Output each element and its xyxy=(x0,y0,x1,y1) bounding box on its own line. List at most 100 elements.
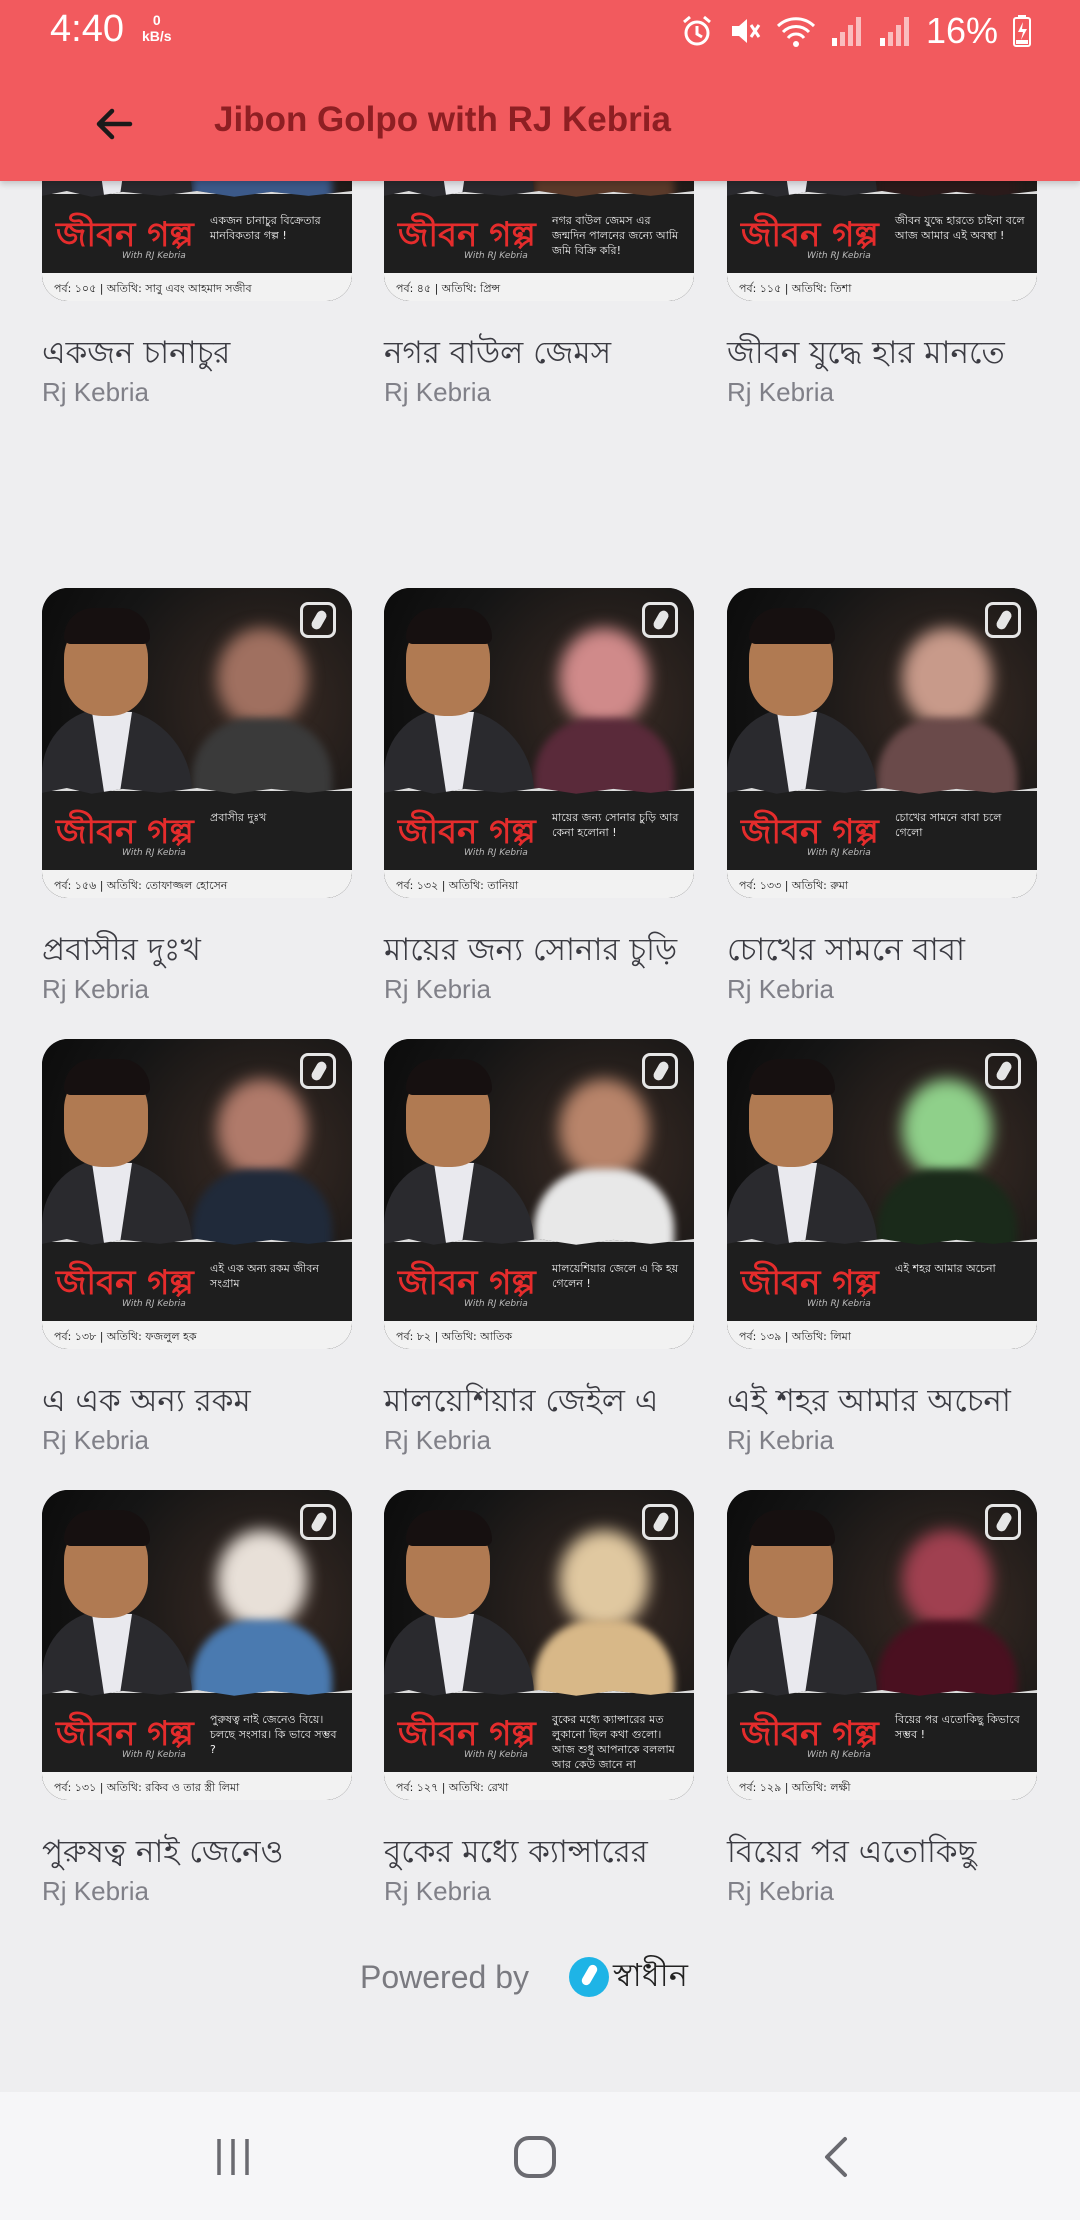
episode-author: Rj Kebria xyxy=(42,377,149,407)
episode-title[interactable]: বিয়ের পর এতোকিছু xyxy=(727,1828,1067,1880)
episode-author: Rj Kebria xyxy=(384,974,491,1004)
alarm-icon xyxy=(682,15,711,46)
episode-author: Rj Kebria xyxy=(727,974,834,1004)
episode-author: Rj Kebria xyxy=(727,1425,834,1455)
guest-photo xyxy=(902,628,992,728)
podcast-badge-icon xyxy=(985,602,1021,638)
net-speed-value: 0 xyxy=(152,12,161,28)
podcast-badge-icon xyxy=(642,602,678,638)
episode-title[interactable]: চোখের সামনে বাবা xyxy=(727,926,1067,978)
podcast-badge-icon xyxy=(985,1053,1021,1089)
guest-photo xyxy=(217,1079,307,1179)
episode-caption: একজন চানাচুর বিক্রেতার মানবিকতার গল্প ! xyxy=(210,214,321,242)
brand-name: স্বাধীন xyxy=(612,1956,688,1994)
episode-caption: বিয়ের পর এতোকিছু কিভাবে সম্ভব ! xyxy=(895,1713,1020,1741)
podcast-badge-icon xyxy=(642,1504,678,1540)
guest-photo xyxy=(217,1530,307,1630)
episode-caption: প্রবাসীর দুঃখ xyxy=(210,811,267,824)
episode-title[interactable]: এই শহর আমার অচেনা xyxy=(727,1377,1067,1429)
episode-thumbnail[interactable]: জীবন গল্প With RJ Kebria এই শহর আমার অচে… xyxy=(727,1039,1037,1349)
show-logo-sub: With RJ Kebria xyxy=(464,1299,528,1309)
episode-caption: এই এক অন্য রকম জীবন সংগ্রাম xyxy=(210,1262,319,1290)
episode-title[interactable]: প্রবাসীর দুঃখ xyxy=(42,926,382,978)
mute-icon xyxy=(731,19,761,43)
net-speed-unit: kB/s xyxy=(142,28,172,44)
recent-apps-icon xyxy=(217,2139,249,2175)
episode-caption: জীবন যুদ্ধে হারতে চাইনা বলে আজ আমার এই অ… xyxy=(895,214,1025,242)
app-header: 4:40 0 kB/s 16% Jibon Golpo with RJ Kebr… xyxy=(0,0,1080,181)
episode-footer: পর্ব: ১২৭ | অতিথি: রেখা xyxy=(396,1781,509,1794)
episode-caption: বুকের মধ্যে ক্যান্সারের মত লুকানো ছিল কথ… xyxy=(552,1713,675,1771)
podcast-badge-icon xyxy=(300,1504,336,1540)
episode-author: Rj Kebria xyxy=(42,974,149,1004)
wifi-icon xyxy=(776,17,815,47)
recent-apps-button[interactable] xyxy=(198,2122,268,2192)
guest-photo xyxy=(559,1079,649,1179)
episode-title[interactable]: এ এক অন্য রকম xyxy=(42,1377,382,1429)
episode-caption: পুরুষত্ব নাই জেনেও বিয়ে। চলছে সংসার। কি… xyxy=(210,1713,337,1756)
show-logo-sub: With RJ Kebria xyxy=(807,1299,871,1309)
podcast-badge-icon xyxy=(642,1053,678,1089)
back-button[interactable] xyxy=(86,96,142,152)
show-logo-sub: With RJ Kebria xyxy=(464,251,528,261)
nav-back-icon xyxy=(825,2137,847,2177)
episode-thumbnail[interactable]: জীবন গল্প With RJ Kebria এই এক অন্য রকম … xyxy=(42,1039,352,1349)
episode-thumbnail[interactable]: জীবন গল্প With RJ Kebria মায়ের জন্য সোন… xyxy=(384,588,694,898)
episode-footer: পর্ব: ১৩১ | অতিথি: রকিব ও তার স্ত্রী লিম… xyxy=(54,1781,240,1794)
home-button[interactable] xyxy=(500,2122,570,2192)
episode-footer: পর্ব: ১৩৩ | অতিথি: রুমা xyxy=(739,879,849,892)
episode-footer: পর্ব: ১৫৬ | অতিথি: তোফাজ্জল হোসেন xyxy=(54,879,228,892)
podcast-badge-icon xyxy=(300,602,336,638)
net-speed: 0 kB/s xyxy=(142,12,172,44)
show-logo-sub: With RJ Kebria xyxy=(122,1750,186,1760)
episode-caption: মায়ের জন্য সোনার চুড়ি আর কেনা হলোনা ! xyxy=(552,811,679,839)
episode-thumbnail[interactable]: জীবন গল্প With RJ Kebria প্রবাসীর দুঃখ প… xyxy=(42,588,352,898)
episode-title[interactable]: জীবন যুদ্ধে হার মানতে xyxy=(727,329,1067,381)
guest-photo xyxy=(902,1530,992,1630)
status-bar: 4:40 0 kB/s 16% xyxy=(0,0,1080,62)
arrow-left-icon xyxy=(96,108,133,140)
episode-author: Rj Kebria xyxy=(384,1876,491,1906)
episode-title[interactable]: পুরুষত্ব নাই জেনেও xyxy=(42,1828,382,1880)
episode-author: Rj Kebria xyxy=(42,1876,149,1906)
signal-icon-2 xyxy=(879,17,909,46)
episode-author: Rj Kebria xyxy=(384,1425,491,1455)
episode-footer: পর্ব: ১৩২ | অতিথি: তানিয়া xyxy=(396,879,519,892)
episode-footer: পর্ব: ৮২ | অতিথি: আতিক xyxy=(396,1330,513,1343)
brand-logo[interactable]: স্বাধীন xyxy=(568,1950,688,2004)
episode-thumbnail[interactable]: জীবন গল্প With RJ Kebria মালয়েশিয়ার জে… xyxy=(384,1039,694,1349)
episode-caption: মালয়েশিয়ার জেলে এ কি হয় গেলেন ! xyxy=(552,1262,679,1290)
episode-caption: এই শহর আমার অচেনা xyxy=(895,1262,996,1275)
show-logo-sub: With RJ Kebria xyxy=(807,848,871,858)
guest-photo xyxy=(902,1079,992,1179)
episode-thumbnail[interactable]: জীবন গল্প With RJ Kebria পুরুষত্ব নাই জে… xyxy=(42,1490,352,1800)
episode-footer: পর্ব: ১১৫ | অতিথি: তিশা xyxy=(739,282,852,295)
episode-thumbnail[interactable]: জীবন গল্প With RJ Kebria বুকের মধ্যে ক্য… xyxy=(384,1490,694,1800)
episode-title[interactable]: একজন চানাচুর xyxy=(42,329,382,381)
signal-icon xyxy=(831,17,861,46)
microphone-icon xyxy=(568,1957,609,1997)
episode-footer: পর্ব: ১০৫ | অতিথি: সাবু এবং আহমাদ সজীব xyxy=(54,282,252,295)
episode-footer: পর্ব: ১৩৮ | অতিথি: ফজলুল হক xyxy=(54,1330,197,1343)
show-logo-sub: With RJ Kebria xyxy=(807,251,871,261)
show-logo-sub: With RJ Kebria xyxy=(807,1750,871,1760)
nav-back-button[interactable] xyxy=(802,2122,872,2192)
episode-footer: পর্ব: ৪৫ | অতিথি: প্রিন্স xyxy=(396,282,501,295)
show-logo-sub: With RJ Kebria xyxy=(464,1750,528,1760)
system-nav-bar xyxy=(0,2092,1080,2220)
guest-photo xyxy=(217,628,307,728)
podcast-badge-icon xyxy=(300,1053,336,1089)
episode-title[interactable]: মালয়েশিয়ার জেইল এ xyxy=(384,1377,724,1429)
episode-title[interactable]: নগর বাউল জেমস xyxy=(384,329,724,381)
episode-title[interactable]: মায়ের জন্য সোনার চুড়ি xyxy=(384,926,724,978)
home-icon xyxy=(514,2136,556,2178)
show-logo-sub: With RJ Kebria xyxy=(122,848,186,858)
page-title: Jibon Golpo with RJ Kebria xyxy=(214,100,671,139)
episode-thumbnail[interactable]: জীবন গল্প With RJ Kebria চোখের সামনে বাব… xyxy=(727,588,1037,898)
episode-thumbnail[interactable]: জীবন গল্প With RJ Kebria বিয়ের পর এতোকি… xyxy=(727,1490,1037,1800)
episode-author: Rj Kebria xyxy=(42,1425,149,1455)
guest-photo xyxy=(559,1530,649,1630)
episode-title[interactable]: বুকের মধ্যে ক্যান্সারের xyxy=(384,1828,724,1880)
status-time: 4:40 xyxy=(50,8,124,50)
show-logo-sub: With RJ Kebria xyxy=(464,848,528,858)
